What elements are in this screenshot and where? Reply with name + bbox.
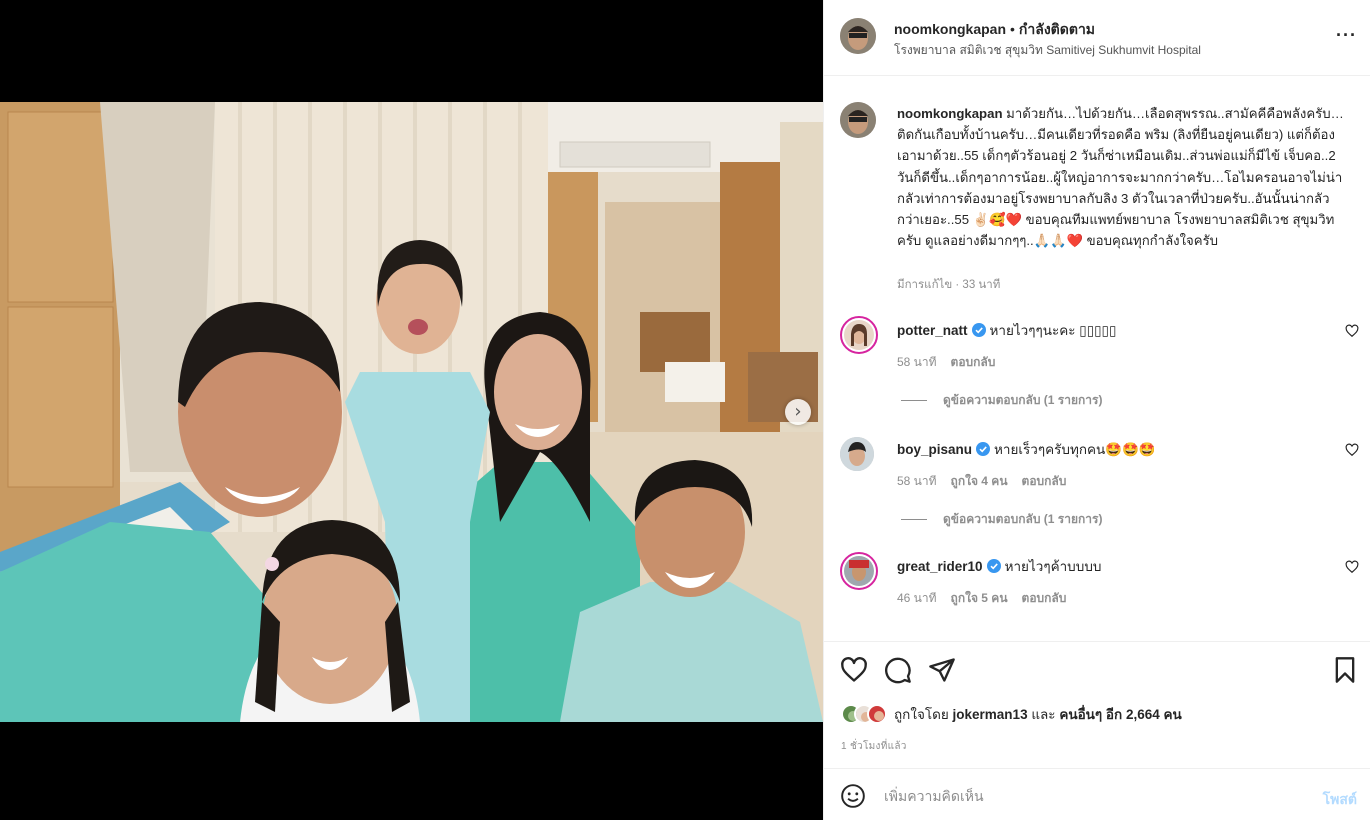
separator-dot: •: [1010, 21, 1015, 37]
comment-likes[interactable]: ถูกใจ 4 คน: [951, 474, 1008, 488]
comment-item: great_rider10 หายไวๆค้าบบบบ 46 นาที ถูกใจ…: [824, 552, 1370, 622]
comment-line: great_rider10 หายไวๆค้าบบบบ: [897, 555, 1101, 577]
commenter-avatar[interactable]: [840, 437, 874, 471]
post-photo: [0, 102, 823, 722]
post-actions: ถูกใจโดย jokerman13 และ คนอื่นๆ อีก 2,66…: [824, 641, 1370, 771]
view-replies-label: ดูข้อความตอบกลับ (1 รายการ): [943, 393, 1103, 407]
comment-likes[interactable]: ถูกใจ 5 คน: [951, 591, 1008, 605]
heart-icon[interactable]: [1345, 560, 1359, 574]
caption-avatar[interactable]: [840, 102, 876, 138]
post-side-panel: noomkongkapan • กำลังติดตาม โรงพยาบาล สมิต…: [823, 0, 1370, 820]
comment-item: boy_pisanu หายเร็วๆครับทุกคน🤩🤩🤩 58 นาที ถ…: [824, 435, 1370, 545]
comment-meta: 46 นาที ถูกใจ 5 คน ตอบกลับ: [897, 589, 1080, 608]
heart-icon[interactable]: [1345, 443, 1359, 457]
commenter-username[interactable]: great_rider10: [897, 559, 983, 574]
view-replies-button[interactable]: ดูข้อความตอบกลับ (1 รายการ): [901, 510, 1102, 529]
media-area: ›: [0, 0, 823, 820]
comment-input[interactable]: [884, 781, 1284, 811]
more-icon[interactable]: ···: [1336, 25, 1357, 46]
caption-edited-time: มีการแก้ไข · 33 นาที: [897, 279, 1001, 291]
location-link[interactable]: โรงพยาบาล สมิติเวช สุขุมวิท Samitivej Su…: [894, 41, 1201, 60]
verified-icon: [986, 559, 1001, 573]
view-replies-button[interactable]: ดูข้อความตอบกลับ (1 รายการ): [901, 391, 1102, 410]
heart-icon[interactable]: [1345, 324, 1359, 338]
verified-icon: [976, 442, 991, 456]
comment-time[interactable]: 58 นาที: [897, 355, 937, 369]
verified-icon: [971, 323, 986, 337]
likes-others[interactable]: คนอื่นๆ อีก 2,664 คน: [1059, 707, 1181, 722]
commenter-username[interactable]: boy_pisanu: [897, 442, 972, 457]
chevron-right-icon: ›: [794, 401, 802, 422]
commenter-username[interactable]: potter_natt: [897, 323, 968, 338]
post-timestamp[interactable]: 1 ชั่วโมงที่แล้ว: [841, 739, 907, 754]
following-button[interactable]: กำลังติดตาม: [1019, 21, 1095, 37]
comment-meta: 58 นาที ถูกใจ 4 คน ตอบกลับ: [897, 472, 1080, 491]
comment-text: หายไวๆๆนะคะ ▯▯▯▯▯: [989, 323, 1117, 338]
comment-time[interactable]: 46 นาที: [897, 591, 937, 605]
comment-icon[interactable]: [884, 656, 912, 684]
replies-divider: [901, 519, 927, 520]
add-comment-bar: โพสต์: [824, 768, 1370, 820]
comment-item: potter_natt หายไวๆๆนะคะ ▯▯▯▯▯ 58 นาที ตอบ…: [824, 316, 1370, 426]
caption-username[interactable]: noomkongkapan: [897, 106, 1003, 121]
likes-summary: ถูกใจโดย jokerman13 และ คนอื่นๆ อีก 2,66…: [841, 703, 1182, 725]
reply-button[interactable]: ตอบกลับ: [951, 355, 996, 369]
likes-middle: และ: [1027, 707, 1060, 722]
comment-text: หายเร็วๆครับทุกคน🤩🤩🤩: [994, 442, 1156, 457]
comment-text: หายไวๆค้าบบบบ: [1004, 559, 1102, 574]
share-icon[interactable]: [928, 656, 956, 684]
likes-prefix: ถูกใจโดย: [894, 707, 953, 722]
author-avatar[interactable]: [840, 18, 876, 54]
caption-text: noomkongkapan มาด้วยกัน…ไปด้วยกัน…เลือดส…: [897, 103, 1347, 251]
liker-username[interactable]: jokerman13: [953, 707, 1028, 722]
comment-line: boy_pisanu หายเร็วๆครับทุกคน🤩🤩🤩: [897, 438, 1156, 460]
commenter-avatar[interactable]: [840, 552, 878, 590]
bookmark-icon[interactable]: [1331, 656, 1359, 684]
replies-divider: [901, 400, 927, 401]
author-line: noomkongkapan • กำลังติดตาม: [894, 19, 1095, 41]
view-replies-label: ดูข้อความตอบกลับ (1 รายการ): [943, 512, 1103, 526]
caption-body: มาด้วยกัน…ไปด้วยกัน…เลือดสุพรรณ..สามัคคี…: [897, 106, 1344, 249]
family-selfie-image: [0, 102, 823, 722]
post-comment-button[interactable]: โพสต์: [1323, 789, 1357, 811]
commenter-avatar[interactable]: [840, 316, 878, 354]
emoji-icon[interactable]: [840, 783, 866, 809]
next-photo-button[interactable]: ›: [785, 399, 811, 425]
comment-meta: 58 นาที ตอบกลับ: [897, 353, 1009, 372]
instagram-post-view: › noomkongkapan • กำลังติดตาม โรงพยาบาล สม…: [0, 0, 1370, 820]
comment-time[interactable]: 58 นาที: [897, 474, 937, 488]
comment-line: potter_natt หายไวๆๆนะคะ ▯▯▯▯▯: [897, 319, 1116, 341]
reply-button[interactable]: ตอบกลับ: [1022, 591, 1067, 605]
author-username[interactable]: noomkongkapan: [894, 21, 1006, 37]
post-header: noomkongkapan • กำลังติดตาม โรงพยาบาล สมิต…: [824, 0, 1370, 76]
liker-avatar[interactable]: [867, 704, 887, 724]
likes-text: ถูกใจโดย jokerman13 และ คนอื่นๆ อีก 2,66…: [894, 703, 1182, 725]
heart-icon[interactable]: [840, 656, 868, 684]
reply-button[interactable]: ตอบกลับ: [1022, 474, 1067, 488]
